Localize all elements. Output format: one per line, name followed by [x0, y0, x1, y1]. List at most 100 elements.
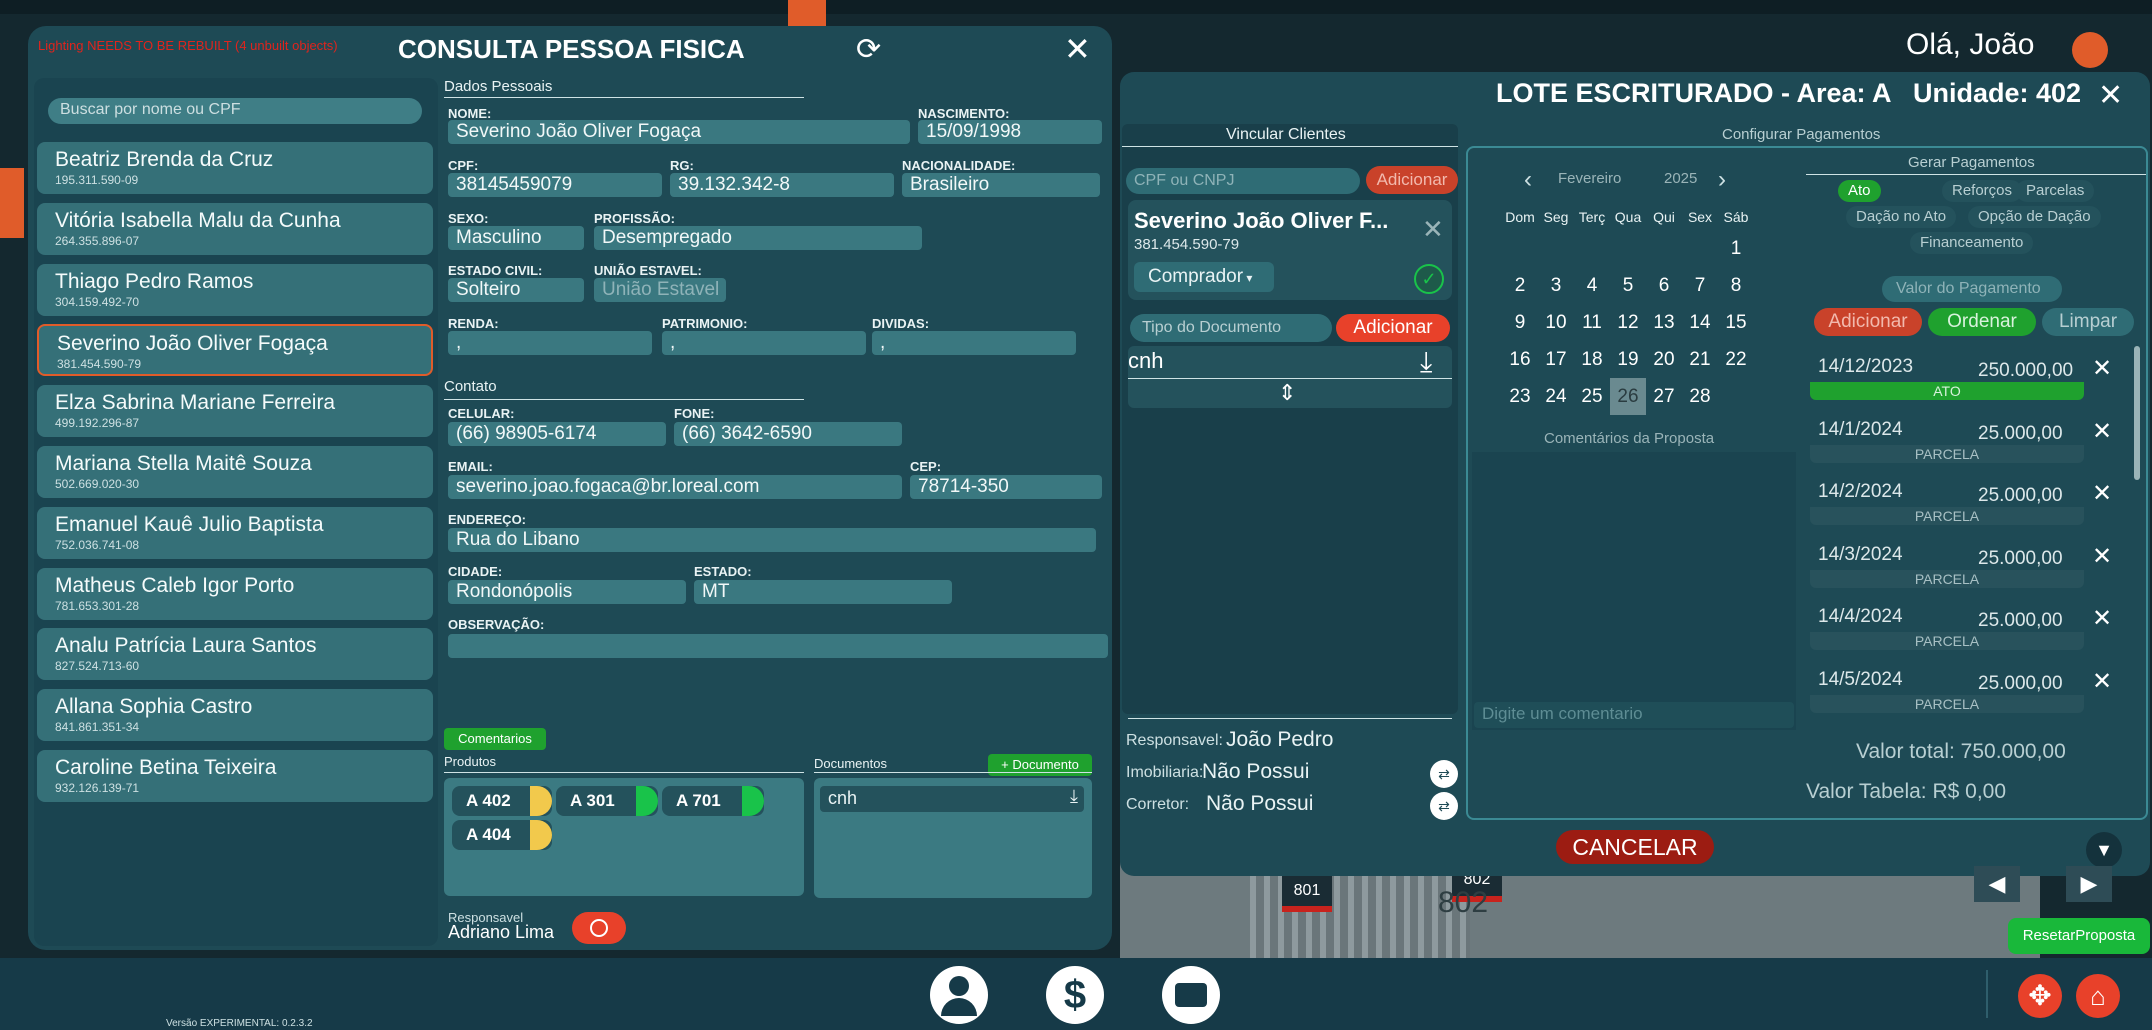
nacionalidade-field[interactable]: Brasileiro — [902, 173, 1100, 197]
handshake-icon[interactable]: ⇄ — [1430, 792, 1458, 820]
calendar-day[interactable]: 11 — [1574, 304, 1610, 341]
payment-tab[interactable]: Parcelas — [2016, 180, 2095, 202]
calendar-day[interactable]: 17 — [1538, 341, 1574, 378]
person-list-item[interactable]: Vitória Isabella Malu da Cunha 264.355.89… — [37, 202, 433, 255]
renda-field[interactable]: , — [448, 331, 652, 355]
calendar-day[interactable]: 23 — [1502, 378, 1538, 415]
sexo-select[interactable]: Masculino — [448, 226, 584, 250]
calendar-day[interactable]: 13 — [1646, 304, 1682, 341]
cep-field[interactable]: 78714-350 — [910, 475, 1102, 499]
produto-chip[interactable]: A 402 — [452, 786, 552, 816]
dividas-field[interactable]: , — [872, 331, 1076, 355]
download-icon[interactable]: ⤓ — [1070, 786, 1078, 807]
payments-scrollbar[interactable] — [2134, 346, 2140, 480]
remove-client-icon[interactable]: ✕ — [1422, 214, 1444, 245]
remove-payment-icon[interactable]: ✕ — [2092, 542, 2112, 571]
remove-payment-icon[interactable]: ✕ — [2092, 667, 2112, 696]
prev-month-icon[interactable]: ‹ — [1524, 166, 1532, 194]
doc-item[interactable]: cnh ⤓ — [820, 786, 1084, 812]
resetar-proposta-button[interactable]: ResetarProposta — [2008, 918, 2150, 954]
calendar-day[interactable]: 5 — [1610, 267, 1646, 304]
person-list-item[interactable]: Matheus Caleb Igor Porto 781.653.301-28 — [37, 567, 433, 620]
year-select[interactable]: 2025 — [1664, 170, 1697, 187]
estado-field[interactable]: MT — [694, 580, 952, 604]
email-field[interactable]: severino.joao.fogaca@br.loreal.com — [448, 475, 902, 499]
fone-field[interactable]: (66) 3642-6590 — [674, 422, 902, 446]
payment-tab[interactable]: Opção de Dação — [1968, 206, 2101, 228]
produto-chip[interactable]: A 301 — [556, 786, 658, 816]
valor-pagamento-input[interactable]: Valor do Pagamento — [1882, 276, 2062, 302]
remove-payment-icon[interactable]: ✕ — [2092, 354, 2112, 383]
calendar-day[interactable]: 28 — [1682, 378, 1718, 415]
payment-row[interactable]: 14/2/2024 25.000,00 ✕ PARCELA — [1810, 477, 2112, 533]
confirm-check-icon[interactable]: ✓ — [1414, 264, 1444, 294]
map-label-801[interactable]: 801 — [1282, 876, 1332, 912]
person-list-item[interactable]: Beatriz Brenda da Cruz 195.311.590-09 — [37, 142, 433, 194]
ordenar-button[interactable]: Ordenar — [1928, 308, 2036, 336]
cancelar-button[interactable]: CANCELAR — [1556, 830, 1714, 864]
calendar-day[interactable]: 10 — [1538, 304, 1574, 341]
payment-tab[interactable]: Dação no Ato — [1846, 206, 1957, 228]
adicionar-cliente-button[interactable]: Adicionar — [1366, 166, 1458, 194]
tipo-documento-input[interactable]: Tipo do Documento — [1130, 314, 1332, 342]
person-list-item[interactable]: Thiago Pedro Ramos 304.159.492-70 — [37, 263, 433, 316]
month-select[interactable]: Fevereiro — [1558, 170, 1621, 187]
calendar-day[interactable]: 12 — [1610, 304, 1646, 341]
remove-payment-icon[interactable]: ✕ — [2092, 417, 2112, 446]
calendar-day[interactable]: 14 — [1682, 304, 1718, 341]
person-list-item[interactable]: Caroline Betina Teixeira 932.126.139-71 — [37, 750, 433, 802]
produto-chip[interactable]: A 701 — [662, 786, 764, 816]
nascimento-field[interactable]: 15/09/1998 — [918, 120, 1102, 144]
payment-row[interactable]: 14/4/2024 25.000,00 ✕ PARCELA — [1810, 602, 2112, 658]
role-dropdown[interactable]: Comprador ▾ — [1134, 262, 1274, 292]
person-list-item[interactable]: Elza Sabrina Mariane Ferreira 499.192.296… — [37, 385, 433, 438]
expand-icon[interactable]: ⇕ — [1278, 380, 1296, 406]
rg-field[interactable]: 39.132.342-8 — [670, 173, 894, 197]
cidade-field[interactable]: Rondonópolis — [448, 580, 686, 604]
calendar-day[interactable]: 15 — [1718, 304, 1754, 341]
calendar-day[interactable]: 26 — [1610, 378, 1646, 415]
calendar-day[interactable]: 24 — [1538, 378, 1574, 415]
person-list-item[interactable]: Allana Sophia Castro 841.861.351-34 — [37, 689, 433, 742]
user-avatar-icon[interactable] — [2072, 32, 2108, 68]
calendar-day[interactable]: 27 — [1646, 378, 1682, 415]
person-list-item[interactable]: Mariana Stella Maitê Souza 502.669.020-30 — [37, 446, 433, 498]
calendar-day[interactable]: 2 — [1502, 267, 1538, 304]
download-icon[interactable]: ⤓ — [1420, 346, 1432, 379]
calendar-day[interactable]: 3 — [1538, 267, 1574, 304]
calendar-day[interactable]: 4 — [1574, 267, 1610, 304]
payment-row[interactable]: 14/5/2024 25.000,00 ✕ PARCELA — [1810, 665, 2112, 721]
calendar-day[interactable]: 21 — [1682, 341, 1718, 378]
payment-tab[interactable]: Ato — [1838, 180, 1881, 202]
calendar-day[interactable]: 22 — [1718, 341, 1754, 378]
close-icon[interactable]: ✕ — [1064, 30, 1091, 68]
calendar-day[interactable]: 18 — [1574, 341, 1610, 378]
person-list-item[interactable]: Severino João Oliver Fogaça 381.454.590-7… — [37, 324, 433, 377]
calendar-day[interactable]: 9 — [1502, 304, 1538, 341]
payment-tab[interactable]: Reforços — [1942, 180, 2023, 202]
change-responsavel-button[interactable] — [572, 912, 626, 944]
id-card-button[interactable] — [1162, 966, 1220, 1024]
adicionar-documento-button[interactable]: Adicionar — [1336, 314, 1450, 342]
cpf-field[interactable]: 38145459079 — [448, 173, 662, 197]
payment-tab[interactable]: Financeamento — [1910, 232, 2034, 254]
prev-arrow-icon[interactable]: ◀ — [1974, 866, 2020, 902]
cpf-cnpj-input[interactable]: CPF ou CNPJ — [1126, 168, 1360, 194]
uniao-estavel-field[interactable]: União Estavel — [594, 278, 726, 302]
produto-chip[interactable]: A 404 — [452, 820, 552, 850]
endereco-field[interactable]: Rua do Libano — [448, 528, 1096, 552]
celular-field[interactable]: (66) 98905-6174 — [448, 422, 666, 446]
calendar-day[interactable]: 6 — [1646, 267, 1682, 304]
limpar-button[interactable]: Limpar — [2042, 308, 2134, 336]
payment-row[interactable]: 14/12/2023 250.000,00 ✕ ATO — [1810, 352, 2112, 408]
estado-civil-select[interactable]: Solteiro — [448, 278, 584, 302]
next-arrow-icon[interactable]: ▶ — [2066, 866, 2112, 902]
refresh-icon[interactable]: ⟳ — [856, 32, 881, 67]
person-list-item[interactable]: Emanuel Kauê Julio Baptista 752.036.741-0… — [37, 506, 433, 559]
patrimonio-field[interactable]: , — [662, 331, 866, 355]
calendar-day[interactable]: 16 — [1502, 341, 1538, 378]
home-icon[interactable]: ⌂ — [2076, 974, 2120, 1018]
collapse-icon[interactable]: ▼ — [2086, 832, 2122, 868]
calendar-day[interactable]: 20 — [1646, 341, 1682, 378]
person-nav-button[interactable] — [930, 966, 988, 1024]
